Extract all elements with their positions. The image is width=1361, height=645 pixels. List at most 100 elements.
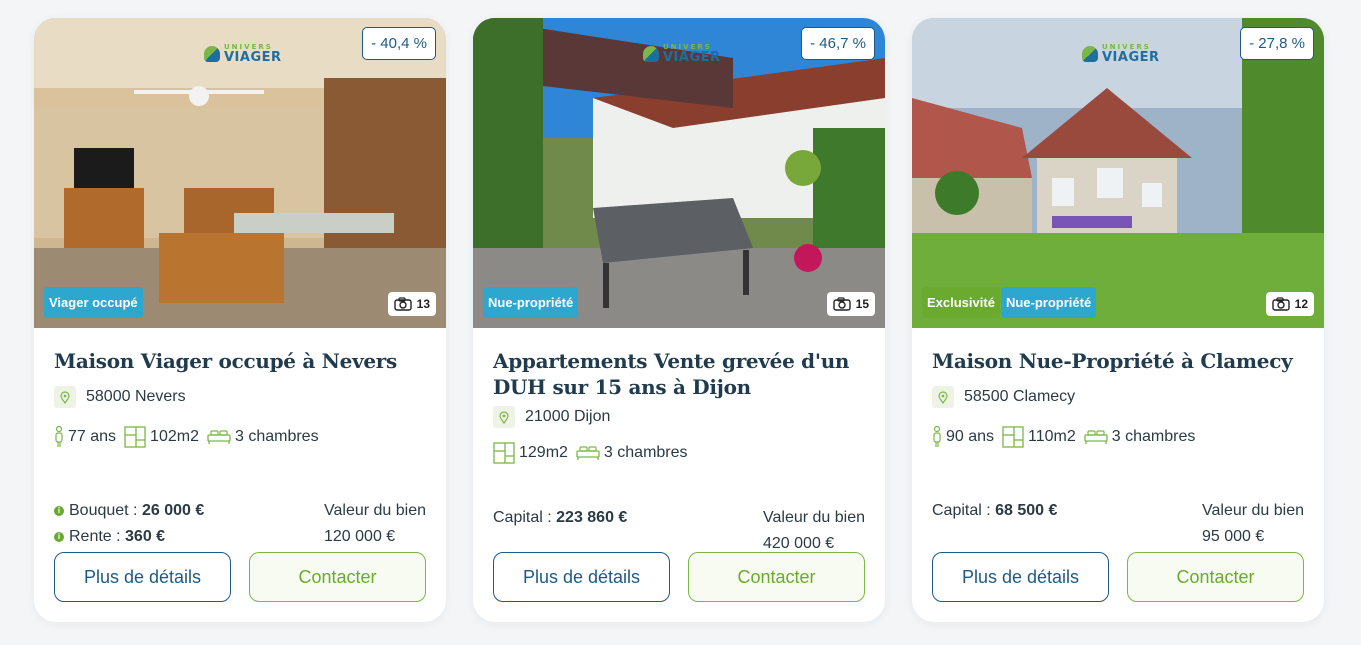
floorplan-icon	[493, 442, 515, 464]
valeur-label: Valeur du bien	[763, 509, 865, 526]
contact-button[interactable]: Contacter	[1127, 552, 1304, 602]
person-icon	[933, 426, 941, 447]
age-text: 90 ans	[946, 428, 995, 445]
location-row: 58000 Nevers	[54, 386, 426, 408]
tag-exclusivite: Exclusivité	[922, 287, 1000, 318]
valeur-block: Valeur du bien 120 000 €	[324, 498, 426, 550]
info-icon[interactable]: i	[54, 506, 64, 516]
photo-count-badge[interactable]: 13	[387, 292, 436, 316]
tag-nue-propriete: Nue-propriété	[1000, 287, 1097, 318]
price-block: i Bouquet : 26 000 € i Rente : 360 € Val…	[54, 498, 426, 550]
features-row: 129m2 3 chambres	[493, 442, 865, 464]
listing-body: Maison Nue-Propriété à Clamecy 58500 Cla…	[932, 348, 1304, 545]
listing-title[interactable]: Maison Viager occupé à Nevers	[54, 348, 426, 374]
capital-value: 68 500 €	[995, 502, 1058, 519]
age-text: 77 ans	[68, 428, 117, 445]
capital-value: 223 860 €	[556, 509, 628, 526]
brand-logo: UNIVERS VIAGER	[1082, 44, 1160, 64]
card-actions: Plus de détails Contacter	[493, 552, 865, 602]
listing-title[interactable]: Maison Nue-Propriété à Clamecy	[932, 348, 1304, 374]
photo-count: 15	[855, 297, 869, 311]
discount-badge: - 40,4 %	[362, 27, 436, 60]
listing-body: Maison Viager occupé à Nevers 58000 Neve…	[54, 348, 426, 545]
details-button[interactable]: Plus de détails	[54, 552, 231, 602]
location-pin-icon	[493, 406, 515, 428]
discount-badge: - 46,7 %	[801, 27, 875, 60]
valeur-value: 95 000 €	[1202, 528, 1265, 545]
logo-main-text: VIAGER	[663, 50, 721, 65]
camera-icon	[832, 297, 851, 311]
capital-label: Capital :	[932, 502, 996, 519]
location-row: 58500 Clamecy	[932, 386, 1304, 408]
brand-logo: UNIVERS VIAGER	[204, 44, 282, 64]
features-row: 77 ans 102m2 3 chambres	[54, 426, 426, 448]
photo-count: 12	[1294, 297, 1308, 311]
location-text: 58500 Clamecy	[964, 388, 1076, 405]
photo-count-badge[interactable]: 15	[826, 292, 875, 316]
listing-title[interactable]: Appartements Vente grevée d'un DUH sur 1…	[493, 348, 865, 400]
listing-photo[interactable]: UNIVERS VIAGER - 40,4 % Viager occupé 13	[34, 18, 446, 328]
bouquet-label: Bouquet :	[69, 502, 142, 519]
info-icon[interactable]: i	[54, 532, 64, 542]
camera-icon	[1271, 297, 1290, 311]
listing-body: Appartements Vente grevée d'un DUH sur 1…	[493, 348, 865, 552]
location-text: 21000 Dijon	[525, 408, 611, 425]
tag-viager-occupe: Viager occupé	[44, 287, 143, 318]
details-button[interactable]: Plus de détails	[932, 552, 1109, 602]
card-actions: Plus de détails Contacter	[932, 552, 1304, 602]
rente-label: Rente :	[69, 528, 126, 545]
floorplan-icon	[1002, 426, 1024, 448]
discount-badge: - 27,8 %	[1240, 27, 1314, 60]
logo-mark-icon	[643, 46, 659, 62]
contact-button[interactable]: Contacter	[688, 552, 865, 602]
logo-main-text: VIAGER	[224, 50, 282, 65]
tag-list: Nue-propriété	[483, 287, 579, 318]
rooms-text: 3 chambres	[234, 428, 319, 445]
bouquet-row: i Bouquet : 26 000 €	[54, 498, 204, 524]
surface-text: 129m2	[519, 444, 568, 461]
location-pin-icon	[932, 386, 954, 408]
rente-row: i Rente : 360 €	[54, 524, 204, 550]
listing-photo[interactable]: UNIVERS VIAGER - 27,8 % Exclusivité Nue-…	[912, 18, 1324, 328]
person-icon	[55, 426, 63, 447]
rente-value: 360 €	[125, 528, 166, 545]
price-block: Capital : 68 500 € Valeur du bien 95 000…	[932, 498, 1304, 550]
photo-count: 13	[416, 297, 430, 311]
surface-text: 102m2	[150, 428, 199, 445]
capital-row: Capital : 68 500 €	[932, 498, 1057, 524]
floorplan-icon	[124, 426, 146, 448]
details-button[interactable]: Plus de détails	[493, 552, 670, 602]
camera-icon	[393, 297, 412, 311]
location-pin-icon	[54, 386, 76, 408]
price-block: Capital : 223 860 € Valeur du bien 420 0…	[493, 505, 865, 557]
features-row: 90 ans 110m2 3 chambres	[932, 426, 1304, 448]
tag-nue-propriete: Nue-propriété	[483, 287, 579, 318]
tag-list: Viager occupé	[44, 287, 143, 318]
bouquet-value: 26 000 €	[141, 502, 205, 519]
valeur-block: Valeur du bien 420 000 €	[763, 505, 865, 557]
location-row: 21000 Dijon	[493, 406, 865, 428]
listing-card: UNIVERS VIAGER - 46,7 % Nue-propriété 15…	[473, 18, 885, 622]
valeur-value: 120 000 €	[324, 528, 396, 545]
contact-button[interactable]: Contacter	[249, 552, 426, 602]
surface-text: 110m2	[1028, 428, 1076, 445]
logo-main-text: VIAGER	[1102, 50, 1160, 65]
tag-list: Exclusivité Nue-propriété	[922, 287, 1097, 318]
valeur-label: Valeur du bien	[324, 502, 426, 519]
listing-photo[interactable]: UNIVERS VIAGER - 46,7 % Nue-propriété 15	[473, 18, 885, 328]
card-actions: Plus de détails Contacter	[54, 552, 426, 602]
location-text: 58000 Nevers	[86, 388, 186, 405]
listing-card: UNIVERS VIAGER - 40,4 % Viager occupé 13…	[34, 18, 446, 622]
logo-mark-icon	[1082, 46, 1098, 62]
bed-icon	[576, 446, 600, 460]
valeur-block: Valeur du bien 95 000 €	[1202, 498, 1304, 550]
listing-card: UNIVERS VIAGER - 27,8 % Exclusivité Nue-…	[912, 18, 1324, 622]
valeur-label: Valeur du bien	[1202, 502, 1304, 519]
photo-count-badge[interactable]: 12	[1265, 292, 1314, 316]
rooms-text: 3 chambres	[603, 444, 688, 461]
brand-logo: UNIVERS VIAGER	[643, 44, 721, 64]
rooms-text: 3 chambres	[1111, 428, 1196, 445]
listing-grid: UNIVERS VIAGER - 40,4 % Viager occupé 13…	[34, 18, 1324, 622]
bed-icon	[1084, 430, 1108, 444]
logo-mark-icon	[204, 46, 220, 62]
